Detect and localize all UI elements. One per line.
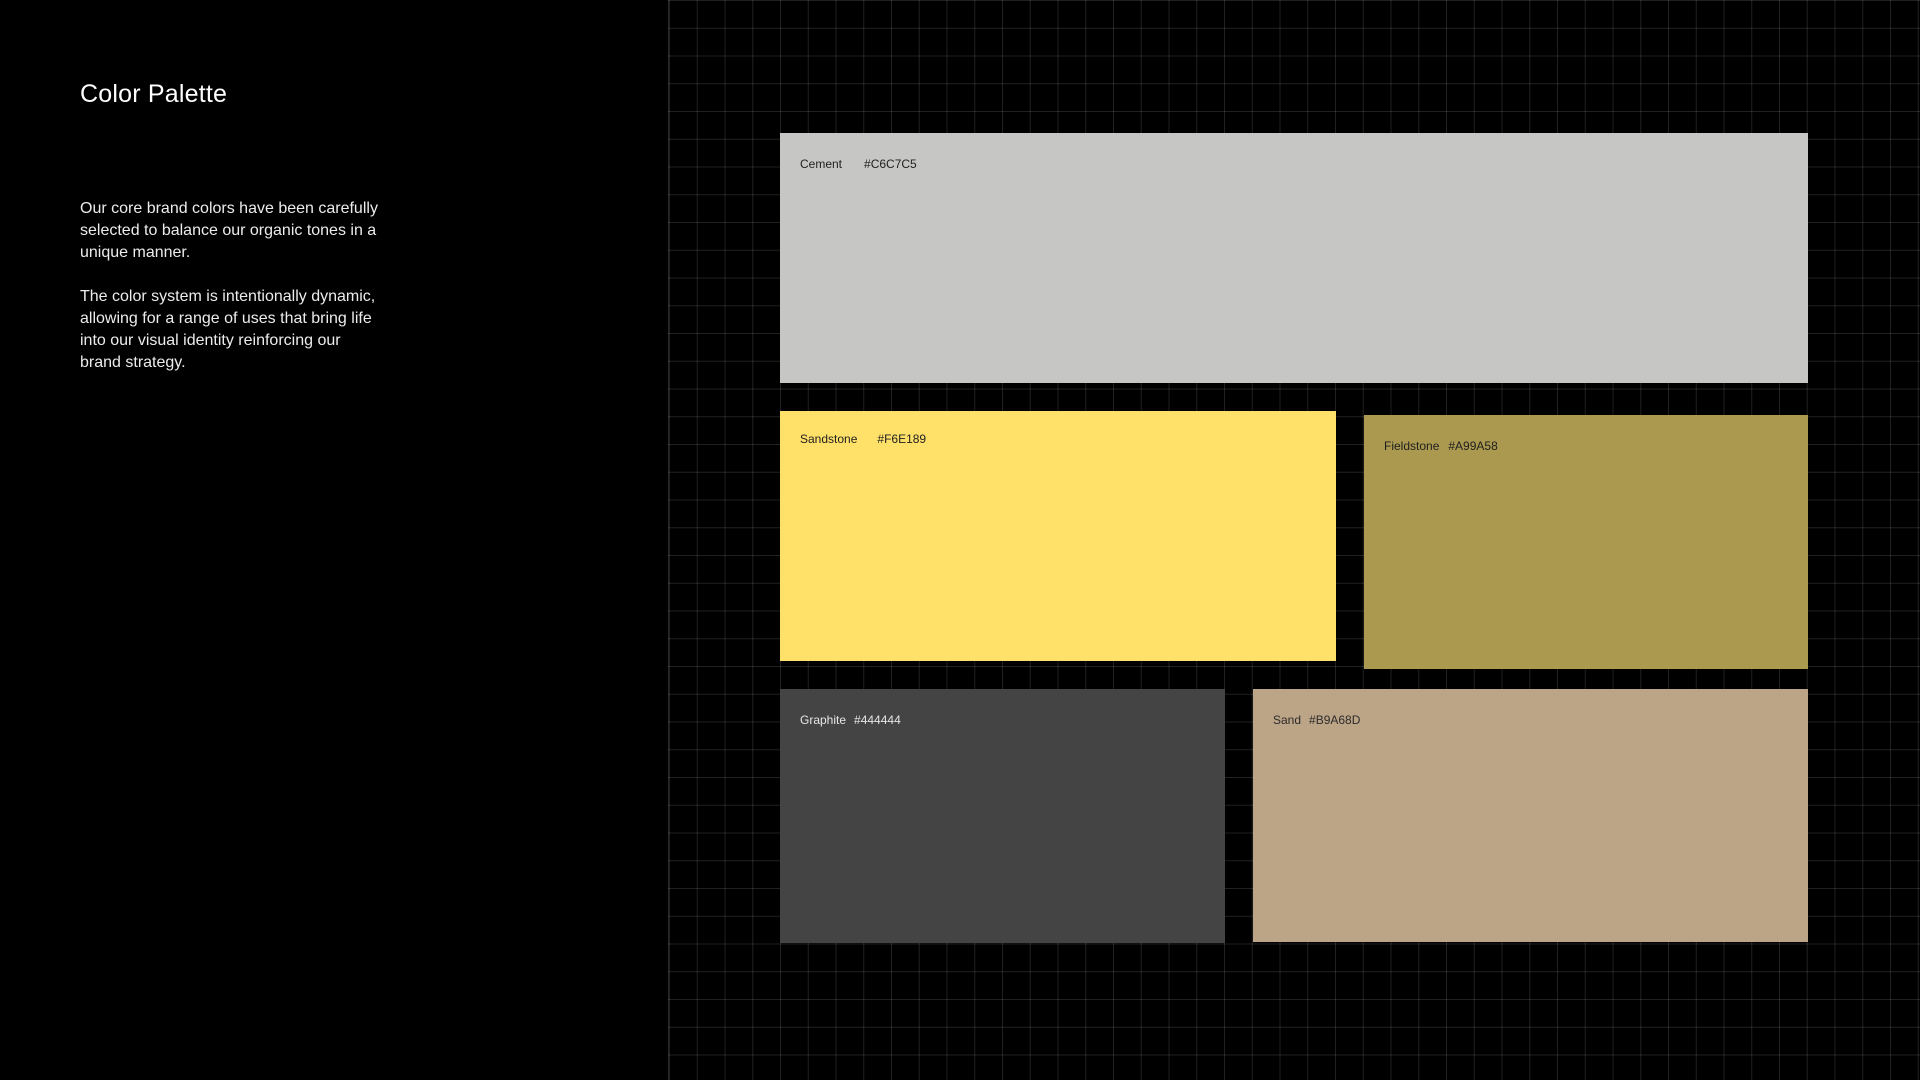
swatch-hex-code: #B9A68D	[1309, 713, 1361, 727]
left-panel: Color Palette Our core brand colors have…	[0, 0, 668, 1080]
swatch-name: Sandstone	[800, 432, 858, 446]
page-title: Color Palette	[80, 80, 228, 108]
swatch-label: Sandstone #F6E189	[800, 432, 926, 446]
swatch-fieldstone: Fieldstone #A99A58	[1364, 415, 1808, 669]
swatch-hex-code: #F6E189	[877, 432, 927, 446]
swatch-sand: Sand #B9A68D	[1253, 689, 1808, 942]
swatch-label: Fieldstone #A99A58	[1384, 439, 1498, 453]
description-paragraph-1: Our core brand colors have been carefull…	[80, 200, 378, 261]
swatch-label: Cement #C6C7C5	[800, 157, 917, 171]
swatch-hex-code: #A99A58	[1448, 439, 1498, 453]
swatch-graphite: Graphite #444444	[780, 689, 1225, 943]
swatch-name: Fieldstone	[1384, 439, 1440, 453]
swatch-sandstone: Sandstone #F6E189	[780, 411, 1336, 661]
swatch-label: Sand #B9A68D	[1273, 713, 1360, 727]
swatch-hex-code: #444444	[854, 713, 901, 727]
swatch-cement: Cement #C6C7C5	[780, 133, 1808, 383]
swatch-label: Graphite #444444	[800, 713, 901, 727]
swatch-name: Sand	[1273, 713, 1302, 727]
description: Our core brand colors have been carefull…	[80, 198, 380, 396]
description-paragraph-2: The color system is intentionally dynami…	[80, 288, 376, 371]
swatch-name: Cement	[800, 157, 843, 171]
swatch-name: Graphite	[800, 713, 847, 727]
swatch-hex-code: #C6C7C5	[864, 157, 917, 171]
